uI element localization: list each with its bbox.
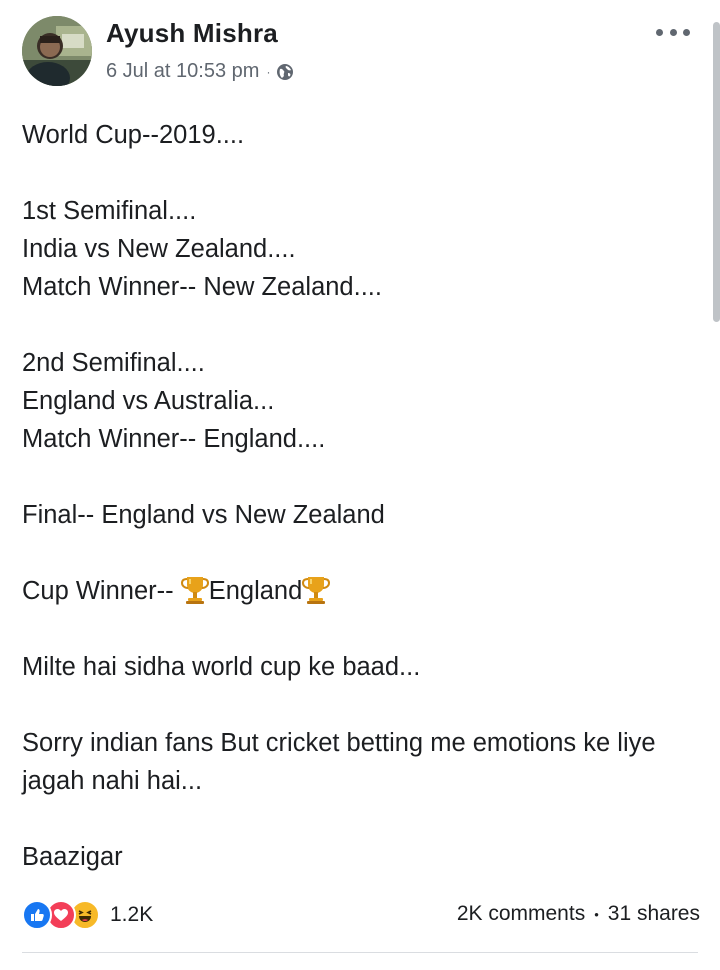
post-paragraph: 2nd Semifinal.... England vs Australia..… bbox=[22, 344, 692, 458]
shares-count-link[interactable]: 31 shares bbox=[608, 902, 700, 926]
post-text-line: Milte hai sidha world cup ke baad... bbox=[22, 653, 421, 681]
avatar-photo bbox=[22, 16, 92, 86]
stats-separator: • bbox=[594, 906, 599, 922]
post-header: Ayush Mishra 6 Jul at 10:53 pm · bbox=[22, 16, 702, 90]
comments-count-link[interactable]: 2K comments bbox=[457, 902, 585, 926]
post-text-line: England vs Australia... bbox=[22, 387, 275, 415]
post-text-line: 2nd Semifinal.... bbox=[22, 349, 205, 377]
post-text-line: Sorry indian fans But cricket betting me… bbox=[22, 729, 656, 795]
post-paragraph: Sorry indian fans But cricket betting me… bbox=[22, 724, 692, 800]
post-meta: 6 Jul at 10:53 pm · bbox=[106, 60, 294, 83]
post-paragraph: Baazigar bbox=[22, 838, 692, 876]
post-timestamp[interactable]: 6 Jul at 10:53 pm bbox=[106, 60, 259, 83]
post-body: World Cup--2019.... 1st Semifinal.... In… bbox=[22, 116, 692, 914]
like-icon bbox=[22, 900, 52, 930]
author-name[interactable]: Ayush Mishra bbox=[106, 18, 278, 49]
cup-winner-team: England bbox=[208, 577, 303, 605]
post-card: Ayush Mishra 6 Jul at 10:53 pm · World C… bbox=[0, 0, 720, 970]
post-stats: 2K comments • 31 shares bbox=[457, 902, 700, 926]
post-footer: 1.2K 2K comments • 31 shares bbox=[22, 898, 702, 934]
post-text-line: Final-- England vs New Zealand bbox=[22, 501, 385, 529]
more-horizontal-icon[interactable] bbox=[656, 26, 690, 38]
scrollbar[interactable] bbox=[713, 22, 720, 322]
post-text-line: Match Winner-- New Zealand.... bbox=[22, 273, 382, 301]
reaction-count: 1.2K bbox=[110, 903, 154, 926]
post-text-line: 1st Semifinal.... bbox=[22, 197, 197, 225]
post-text-line: Baazigar bbox=[22, 843, 123, 871]
post-paragraph: World Cup--2019.... bbox=[22, 116, 692, 154]
meta-separator: · bbox=[266, 64, 271, 79]
post-paragraph: Milte hai sidha world cup ke baad... bbox=[22, 648, 692, 686]
reactions-summary[interactable]: 1.2K bbox=[22, 900, 153, 930]
post-paragraph: Final-- England vs New Zealand bbox=[22, 496, 692, 534]
post-text-line: Cup Winner-- England bbox=[22, 572, 692, 610]
footer-divider bbox=[22, 952, 698, 953]
post-text-line: World Cup--2019.... bbox=[22, 121, 245, 149]
trophy-icon bbox=[302, 575, 331, 605]
avatar[interactable] bbox=[22, 16, 92, 86]
cup-winner-label: Cup Winner-- bbox=[22, 577, 181, 605]
trophy-icon bbox=[180, 575, 209, 605]
globe-icon[interactable] bbox=[276, 63, 294, 81]
post-paragraph: 1st Semifinal.... India vs New Zealand..… bbox=[22, 192, 692, 306]
post-text-line: India vs New Zealand.... bbox=[22, 235, 296, 263]
post-text-line: Match Winner-- England.... bbox=[22, 425, 326, 453]
post-paragraph: Cup Winner-- England bbox=[22, 572, 692, 610]
